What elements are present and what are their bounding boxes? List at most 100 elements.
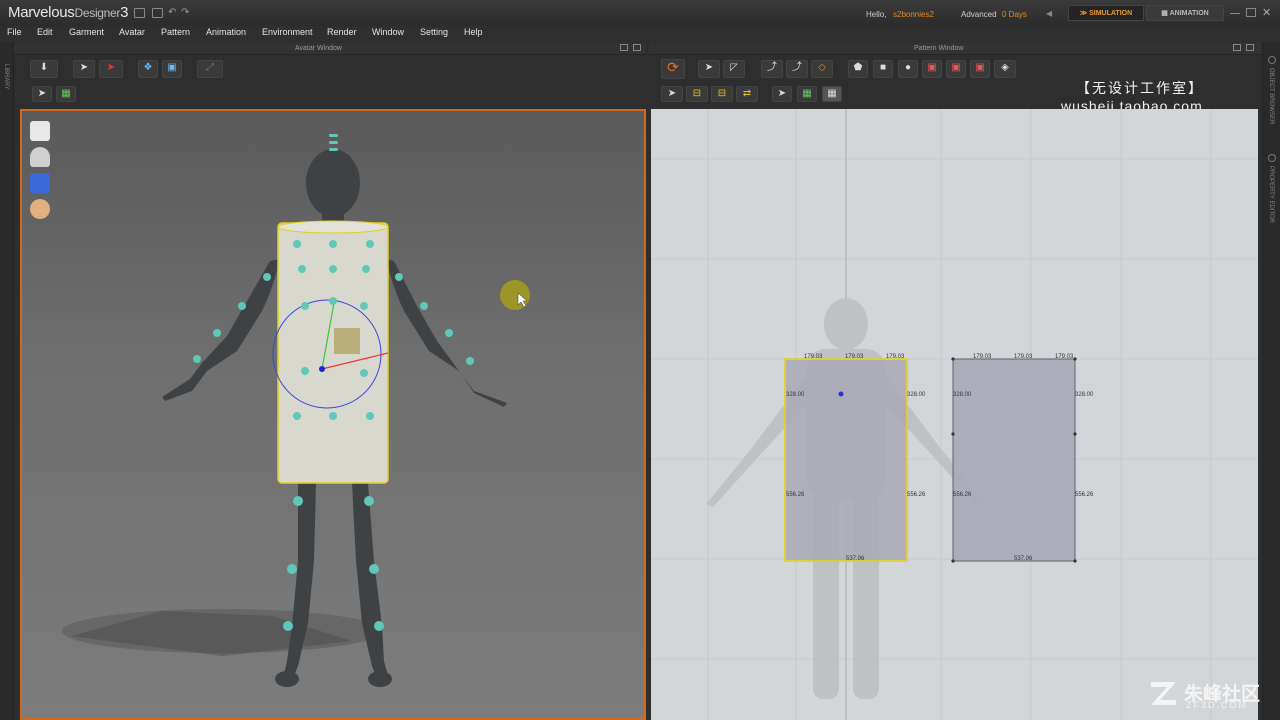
arrangement-point	[364, 496, 374, 506]
arrangement-point	[287, 564, 297, 574]
avatar-scene[interactable]	[22, 111, 644, 718]
select-move-icon[interactable]: ➤	[73, 60, 95, 78]
edit-pattern-icon[interactable]: ◸	[723, 60, 745, 78]
brand-logo-icon	[1148, 678, 1180, 708]
minimize-button[interactable]	[1230, 8, 1240, 14]
animation-mode-tab[interactable]: ▦ ANIMATION	[1146, 5, 1224, 21]
arrangement-point	[238, 302, 246, 310]
menu-avatar[interactable]: Avatar	[119, 27, 145, 37]
pattern-window-float-icon[interactable]	[1233, 44, 1241, 51]
refresh-simulation-icon[interactable]: ⟳	[661, 59, 685, 79]
pattern-front-grainline-point	[838, 391, 844, 397]
avatar-head	[306, 149, 360, 217]
arrangement-point	[329, 265, 337, 273]
animation-label: ANIMATION	[1169, 10, 1209, 17]
property-editor-icon[interactable]	[1268, 154, 1276, 162]
edit-curvature-icon[interactable]: ⤴	[761, 60, 783, 78]
face-icon[interactable]	[30, 199, 50, 219]
transform-pattern-icon[interactable]: ➤	[698, 60, 720, 78]
simulation-mode-tab[interactable]: ≫ SIMULATION	[1068, 5, 1144, 21]
pattern-texture-move-icon[interactable]: ▦	[822, 86, 842, 102]
collapse-icon[interactable]: ◀	[1046, 9, 1052, 18]
circle-icon[interactable]: ●	[898, 60, 918, 78]
menu-animation[interactable]: Animation	[206, 27, 246, 37]
m-n-sewing-icon[interactable]: ⊟	[711, 86, 733, 102]
app-name-suffix: Designer	[74, 6, 121, 20]
front-bottom-length: 537.06	[846, 556, 865, 562]
tack-icon[interactable]: ⤢	[197, 60, 223, 78]
open-icon[interactable]	[152, 8, 163, 18]
pattern-viewport[interactable]: 179.03 179.03 179.03 328.00 328.00 556.2…	[651, 109, 1258, 720]
arrangement-point	[263, 273, 271, 281]
redo-icon[interactable]: ↷	[181, 7, 189, 18]
fold-arrangement-icon[interactable]: ▣	[162, 60, 182, 78]
menu-window[interactable]: Window	[372, 27, 404, 37]
back-right-upper-length: 328.00	[1075, 392, 1094, 398]
pattern-select-pin-icon[interactable]: ➤	[772, 86, 792, 102]
arrangement-point	[301, 302, 309, 310]
avatar-viewport[interactable]	[20, 109, 646, 720]
menu-help[interactable]: Help	[464, 27, 483, 37]
rectangle-icon[interactable]: ■	[873, 60, 893, 78]
property-editor-tab[interactable]: PROPERTY EDITOR	[1268, 166, 1274, 223]
arrangement-point	[360, 369, 368, 377]
avatar-window-maximize-icon[interactable]	[633, 44, 641, 51]
object-browser-icon[interactable]	[1268, 56, 1276, 64]
arrangement-point	[374, 621, 384, 631]
curve-point-icon[interactable]: ◇	[811, 60, 833, 78]
arrangement-point	[466, 357, 474, 365]
menu-edit[interactable]: Edit	[37, 27, 53, 37]
user-name[interactable]: s2bonnies2	[893, 10, 934, 19]
pattern-front	[784, 358, 908, 562]
arrangement-point	[293, 496, 303, 506]
avatar-right-leg	[352, 483, 390, 686]
simulation-icon: ≫	[1079, 10, 1090, 17]
internal-circle-icon[interactable]: ▣	[970, 60, 990, 78]
internal-rectangle-icon[interactable]: ▣	[946, 60, 966, 78]
maximize-button[interactable]	[1246, 8, 1256, 17]
library-tab[interactable]: LIBRARY	[3, 64, 9, 90]
menu-pattern[interactable]: Pattern	[161, 27, 190, 37]
arrangement-point	[283, 621, 293, 631]
watermark-studio: 【无设计工作室】	[1076, 80, 1204, 96]
menu-render[interactable]: Render	[327, 27, 357, 37]
dart-icon[interactable]: ◈	[994, 60, 1016, 78]
polygon-icon[interactable]: ⬟	[848, 60, 868, 78]
menu-garment[interactable]: Garment	[69, 27, 104, 37]
avatar-right-foot	[368, 671, 392, 687]
menu-file[interactable]: File	[7, 27, 22, 37]
object-browser-tab[interactable]: OBJECT BROWSER	[1268, 68, 1274, 124]
simulation-dropdown-icon[interactable]: ⬇	[30, 60, 58, 78]
save-icon[interactable]	[134, 8, 145, 18]
free-sewing-icon[interactable]: ⊟	[686, 86, 708, 102]
internal-polygon-icon[interactable]: ▣	[922, 60, 942, 78]
gizmo-plane-handle	[334, 328, 360, 354]
segment-sewing-icon[interactable]: ➤	[661, 86, 683, 102]
pattern-window-maximize-icon[interactable]	[1246, 44, 1254, 51]
arrangement-point-icon[interactable]: ❖	[138, 60, 158, 78]
arrangement-point	[329, 141, 338, 144]
check-sewing-icon[interactable]: ⇄	[736, 86, 758, 102]
close-button[interactable]: ✕	[1262, 6, 1271, 19]
menu-setting[interactable]: Setting	[420, 27, 448, 37]
garment-icon[interactable]	[30, 121, 50, 141]
select-mesh-icon[interactable]: ➤	[99, 60, 123, 78]
avatar-icon[interactable]	[30, 147, 50, 167]
select-pin-icon[interactable]: ➤	[32, 86, 52, 102]
menu-environment[interactable]: Environment	[262, 27, 313, 37]
pattern-texture-icon[interactable]: ▦	[797, 86, 817, 102]
avatar-window-float-icon[interactable]	[620, 44, 628, 51]
pattern-canvas[interactable]	[651, 109, 1258, 720]
arrangement-point	[213, 329, 221, 337]
texture-select-icon[interactable]: ▦	[56, 86, 76, 102]
texture-icon[interactable]	[30, 173, 50, 193]
arrangement-point	[366, 412, 374, 420]
back-right-lower-length: 556.26	[1075, 492, 1094, 498]
arrangement-point	[301, 367, 309, 375]
library-strip[interactable]: LIBRARY	[0, 42, 14, 720]
avatar-left-foot	[275, 671, 299, 687]
undo-icon[interactable]: ↶	[168, 7, 176, 18]
front-top-left-length: 179.03	[804, 354, 823, 360]
back-top-right-length: 179.03	[1055, 354, 1074, 360]
add-point-icon[interactable]: ⤴	[786, 60, 808, 78]
